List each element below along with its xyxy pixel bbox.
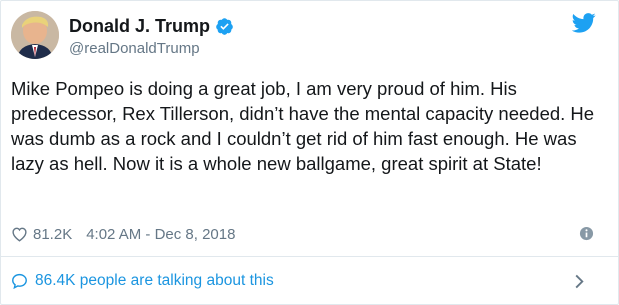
info-icon[interactable]: [579, 226, 594, 241]
tweet-header: Donald J. Trump @realDonaldTrump: [11, 9, 604, 65]
author-name-row: Donald J. Trump: [69, 15, 234, 37]
tweet-text: Mike Pompeo is doing a great job, I am v…: [11, 78, 595, 174]
author-block: Donald J. Trump @realDonaldTrump: [69, 15, 234, 57]
verified-badge-icon: [216, 17, 233, 35]
conversation-link[interactable]: 86.4K people are talking about this: [11, 267, 604, 295]
speech-bubble-icon: [12, 273, 27, 289]
like-count: 81.2K: [33, 225, 73, 243]
twitter-bird-icon[interactable]: [572, 13, 596, 33]
tweet-meta: 81.2K 4:02 AM - Dec 8, 2018: [11, 222, 604, 246]
chevron-right-icon[interactable]: [574, 274, 584, 289]
author-handle[interactable]: @realDonaldTrump: [69, 40, 234, 57]
like-button[interactable]: 81.2K: [11, 226, 72, 243]
conversation-count-text: 86.4K people are talking about this: [35, 272, 274, 289]
avatar-image: [11, 11, 59, 59]
avatar[interactable]: [11, 11, 59, 59]
tweet-card: Donald J. Trump @realDonaldTrump Mike Po…: [0, 0, 619, 305]
tweet-timestamp[interactable]: 4:02 AM - Dec 8, 2018: [86, 226, 235, 243]
heart-icon: [12, 227, 27, 242]
display-name[interactable]: Donald J. Trump: [69, 16, 210, 37]
divider: [1, 256, 618, 257]
